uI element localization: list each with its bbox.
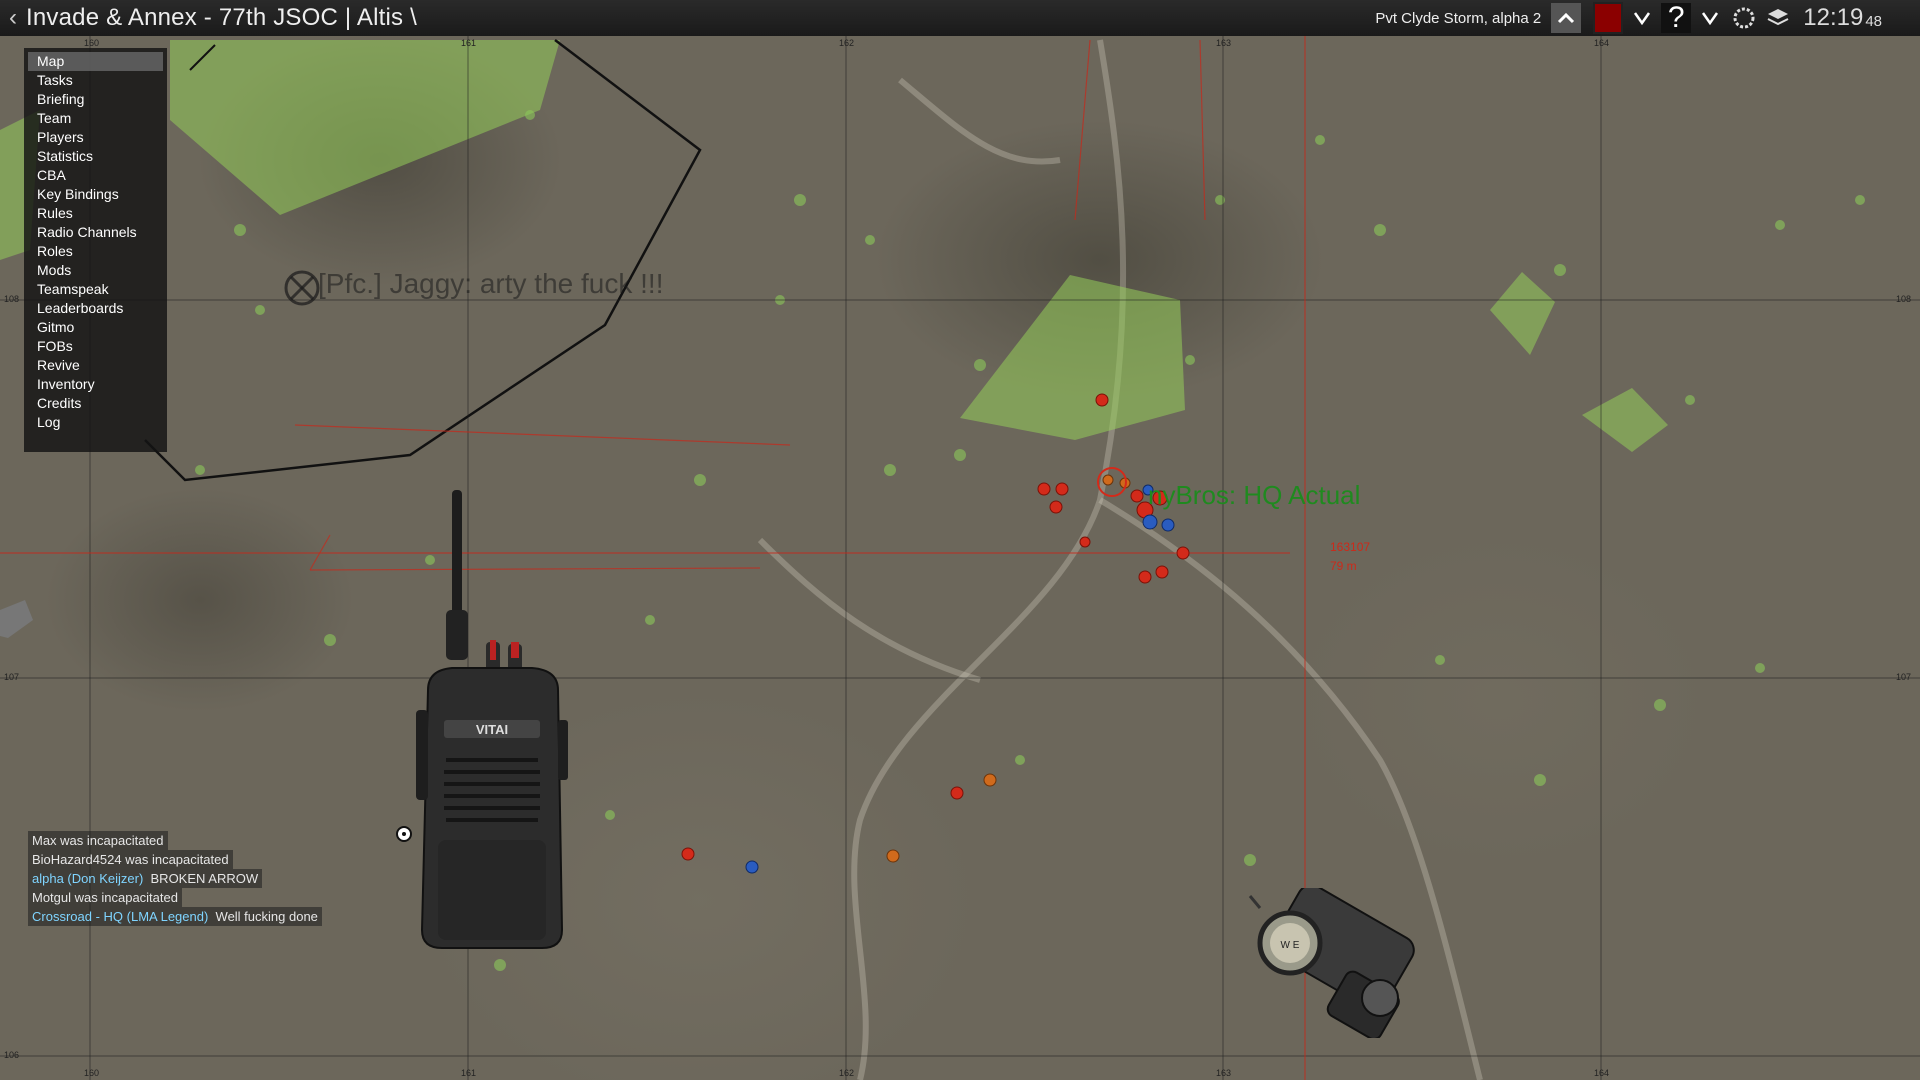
chat-text: BioHazard4524 was incapacitated <box>32 852 229 867</box>
hq-marker-label[interactable]: nyBros: HQ Actual <box>1148 480 1360 511</box>
grid-label-y: 107 <box>4 672 20 682</box>
chevron-down-icon <box>1702 12 1719 25</box>
top-bar: ‹ Invade & Annex - 77th JSOC | Altis \ P… <box>0 0 1920 36</box>
radio-icon: VITAI <box>416 490 568 949</box>
menu-item-key-bindings[interactable]: Key Bindings <box>24 185 167 204</box>
grid-ref-value: 163107 <box>1330 540 1371 554</box>
grid-label-x: 161 <box>461 1068 477 1078</box>
side-menu: Map Tasks Briefing Team Players Statisti… <box>24 48 167 452</box>
grid-label-x: 164 <box>1594 38 1610 48</box>
grid-label-x: 163 <box>1216 38 1232 48</box>
grid-label-x: 162 <box>839 38 855 48</box>
chevron-left-icon: ‹ <box>9 4 17 31</box>
menu-item-gitmo[interactable]: Gitmo <box>24 318 167 337</box>
menu-item-revive[interactable]: Revive <box>24 356 167 375</box>
help-button[interactable]: ? <box>1661 1 1692 34</box>
chat-sender: alpha (Don Keijzer) <box>32 871 144 886</box>
menu-item-cba[interactable]: CBA <box>24 166 167 185</box>
settings-button[interactable] <box>1729 3 1759 33</box>
grid-label-y: 106 <box>4 1050 20 1060</box>
chat-log: Max was incapacitated BioHazard4524 was … <box>28 831 322 926</box>
chevron-down-icon <box>1634 12 1651 25</box>
chat-line: BioHazard4524 was incapacitated <box>28 850 233 869</box>
chevron-up-icon <box>1558 12 1575 24</box>
player-name: Pvt Clyde Storm, alpha 2 <box>1375 9 1542 27</box>
chat-line: alpha (Don Keijzer) BROKEN ARROW <box>28 869 263 888</box>
clock-seconds: 48 <box>1865 12 1882 30</box>
chat-line: Crossroad - HQ (LMA Legend) Well fucking… <box>28 907 322 926</box>
radio-brand-text: VITAI <box>476 722 508 737</box>
menu-item-mods[interactable]: Mods <box>24 261 167 280</box>
menu-item-players[interactable]: Players <box>24 128 167 147</box>
menu-item-statistics[interactable]: Statistics <box>24 147 167 166</box>
layers-button[interactable] <box>1763 3 1793 33</box>
grid-label-y: 108 <box>1896 294 1912 304</box>
menu-item-radio-channels[interactable]: Radio Channels <box>24 223 167 242</box>
grid-label-x: 163 <box>1216 1068 1232 1078</box>
grid-label-x: 160 <box>84 38 100 48</box>
compass-device[interactable]: W E <box>1240 884 1420 1041</box>
collapse-button[interactable] <box>1551 3 1582 33</box>
menu-item-rules[interactable]: Rules <box>24 204 167 223</box>
top-right-controls: Pvt Clyde Storm, alpha 2 ? 12:19 48 <box>1375 0 1920 36</box>
grid-label-x: 161 <box>461 38 477 48</box>
chat-text: Motgul was incapacitated <box>32 890 178 905</box>
mission-title: Invade & Annex - 77th JSOC | Altis \ <box>26 4 417 31</box>
help-dropdown-button[interactable] <box>1695 3 1725 33</box>
menu-item-team[interactable]: Team <box>24 109 167 128</box>
compass-icon: W E <box>1248 884 1415 1041</box>
grid-reference-readout: 163107 79 m <box>1330 538 1370 576</box>
chat-line: Max was incapacitated <box>28 831 168 850</box>
gear-icon <box>1733 7 1755 29</box>
chat-text: Well fucking done <box>215 909 318 924</box>
chat-line: Motgul was incapacitated <box>28 888 182 907</box>
map-marker-text[interactable]: [Pfc.] Jaggy: arty the fuck !!! <box>318 268 663 300</box>
radio-device[interactable]: VITAI <box>412 490 572 950</box>
grid-label-x: 160 <box>84 1068 100 1078</box>
menu-item-inventory[interactable]: Inventory <box>24 375 167 394</box>
menu-item-roles[interactable]: Roles <box>24 242 167 261</box>
menu-item-fobs[interactable]: FOBs <box>24 337 167 356</box>
menu-item-teamspeak[interactable]: Teamspeak <box>24 280 167 299</box>
menu-item-log[interactable]: Log <box>24 413 167 432</box>
grid-label-y: 107 <box>1896 672 1912 682</box>
question-icon: ? <box>1667 1 1685 34</box>
team-color-swatch[interactable] <box>1593 2 1624 34</box>
mouse-cursor <box>396 826 412 842</box>
chat-sender: Crossroad - HQ (LMA Legend) <box>32 909 209 924</box>
color-swatch <box>1593 2 1624 34</box>
chat-text: BROKEN ARROW <box>150 871 259 886</box>
clock-time: 12:19 <box>1803 4 1864 31</box>
grid-label-x: 162 <box>839 1068 855 1078</box>
back-button[interactable]: ‹ <box>0 0 26 36</box>
compass-letters: W E <box>1281 940 1300 951</box>
layers-icon <box>1767 9 1789 26</box>
channel-dropdown-button[interactable] <box>1627 3 1657 33</box>
grid-label-y: 108 <box>4 294 20 304</box>
menu-item-briefing[interactable]: Briefing <box>24 90 167 109</box>
grid-label-x: 164 <box>1594 1068 1610 1078</box>
menu-item-map[interactable]: Map <box>28 52 163 71</box>
menu-item-leaderboards[interactable]: Leaderboards <box>24 299 167 318</box>
menu-item-credits[interactable]: Credits <box>24 394 167 413</box>
menu-item-tasks[interactable]: Tasks <box>24 71 167 90</box>
distance-value: 79 m <box>1330 559 1357 573</box>
chat-text: Max was incapacitated <box>32 833 164 848</box>
